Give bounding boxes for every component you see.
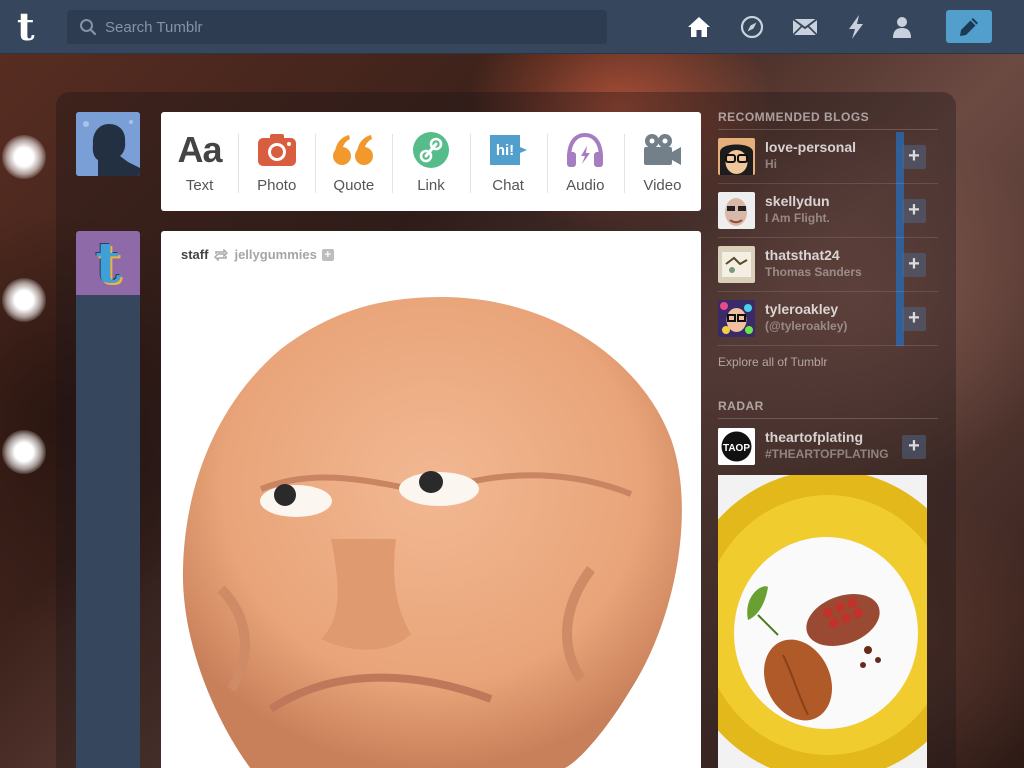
post-type-label: Photo: [257, 177, 297, 194]
post-photo[interactable]: [161, 289, 701, 768]
follow-source-button[interactable]: +: [321, 248, 334, 261]
pencil-icon: [960, 17, 978, 36]
blog-description: I Am Flight.: [765, 211, 830, 225]
blog-avatar[interactable]: [718, 300, 755, 337]
video-camera-icon: [642, 130, 682, 170]
light-bulb: [2, 430, 46, 474]
follow-blog-button[interactable]: +: [902, 307, 926, 331]
user-avatar[interactable]: [76, 112, 140, 176]
post-type-label: Video: [643, 177, 682, 194]
blog-name[interactable]: thatsthat24: [765, 247, 840, 263]
post-type-label: Chat: [492, 177, 524, 194]
post-type-label: Audio: [566, 177, 605, 194]
post-type-text-button[interactable]: Aa Text: [161, 112, 238, 211]
follow-blog-button[interactable]: +: [902, 435, 926, 459]
post-type-quote-button[interactable]: Quote: [315, 112, 392, 211]
reblog-icon: [214, 248, 229, 261]
recommended-blog-item[interactable]: tyleroakley (@tyleroakley) +: [718, 292, 938, 346]
follow-blog-button[interactable]: +: [902, 253, 926, 277]
post-type-bar: Aa Text Photo Quote Link hi! Chat Audio: [161, 112, 701, 211]
tumblr-logo[interactable]: t: [17, 8, 49, 46]
recommended-blog-item[interactable]: love-personal Hi +: [718, 130, 938, 184]
post-type-label: Text: [185, 177, 214, 194]
blog-avatar[interactable]: [718, 192, 755, 229]
blog-name[interactable]: tyleroakley: [765, 301, 838, 317]
blog-description: #THEARTOFPLATING: [765, 447, 889, 461]
light-bulb: [2, 135, 46, 179]
blog-name[interactable]: love-personal: [765, 139, 856, 155]
post-type-photo-button[interactable]: Photo: [238, 112, 315, 211]
blog-name[interactable]: theartofplating: [765, 429, 863, 445]
mail-icon[interactable]: [792, 14, 818, 40]
follow-blog-button[interactable]: +: [902, 199, 926, 223]
recommended-blog-item[interactable]: skellydun I Am Flight. +: [718, 184, 938, 238]
chat-icon: hi!: [488, 130, 528, 170]
post-type-label: Quote: [333, 177, 375, 194]
post-type-video-button[interactable]: Video: [623, 112, 701, 211]
post-author-link[interactable]: staff: [181, 247, 208, 262]
account-icon[interactable]: [889, 14, 915, 40]
search-icon: [80, 19, 97, 36]
reblog-source-link[interactable]: jellygummies: [234, 247, 316, 262]
staff-avatar-glyph: t: [95, 230, 121, 296]
radar-photo[interactable]: [718, 475, 927, 768]
blog-avatar[interactable]: [718, 246, 755, 283]
link-icon: [412, 130, 450, 170]
compass-icon[interactable]: [739, 14, 765, 40]
headphones-icon: [565, 130, 605, 170]
post-type-audio-button[interactable]: Audio: [546, 112, 624, 211]
post-card: staff jellygummies +: [161, 231, 701, 768]
post-author-rail: [76, 295, 140, 768]
radar-avatar-text: TAOP: [723, 443, 750, 454]
follow-blog-button[interactable]: +: [902, 145, 926, 169]
home-icon[interactable]: [686, 14, 712, 40]
recommended-blog-item[interactable]: thatsthat24 Thomas Sanders +: [718, 238, 938, 292]
compose-button[interactable]: [946, 10, 992, 43]
quote-icon: [332, 130, 375, 170]
top-header: t: [0, 0, 1024, 54]
post-type-label: Link: [417, 177, 445, 194]
blog-description: Thomas Sanders: [765, 265, 862, 279]
lightning-icon[interactable]: [843, 14, 869, 40]
radar-blog-item[interactable]: TAOP theartofplating #THEARTOFPLATING +: [718, 420, 938, 474]
light-bulb: [2, 278, 46, 322]
text-icon: Aa: [177, 129, 223, 170]
post-type-chat-button[interactable]: hi! Chat: [469, 112, 547, 211]
svg-text:hi!: hi!: [496, 142, 514, 159]
blog-avatar[interactable]: TAOP: [718, 428, 755, 465]
explore-all-link[interactable]: Explore all of Tumblr: [718, 355, 827, 369]
staff-avatar[interactable]: t: [76, 231, 140, 295]
search-bar[interactable]: [67, 10, 607, 44]
radar-heading: RADAR: [718, 399, 764, 413]
blog-avatar[interactable]: [718, 138, 755, 175]
blog-description: (@tyleroakley): [765, 319, 848, 333]
blog-name[interactable]: skellydun: [765, 193, 830, 209]
post-header: staff jellygummies +: [181, 247, 334, 262]
recommended-blogs-heading: RECOMMENDED BLOGS: [718, 110, 870, 124]
search-input[interactable]: [105, 18, 585, 36]
camera-icon: [257, 130, 296, 170]
post-type-link-button[interactable]: Link: [392, 112, 469, 211]
section-divider: [718, 418, 938, 419]
blog-description: Hi: [765, 157, 777, 171]
